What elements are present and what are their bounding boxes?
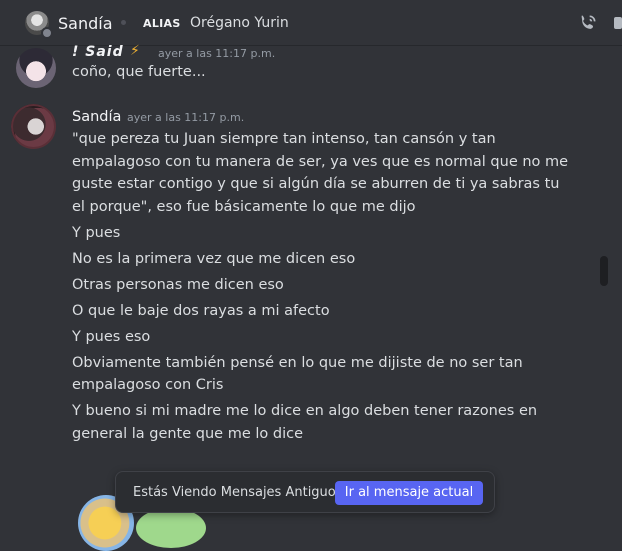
scrollbar-track[interactable]	[600, 46, 608, 532]
message-text: Y pues	[72, 224, 121, 241]
status-indicator	[41, 27, 53, 39]
message-text: Y bueno si mi madre me lo dice en algo d…	[72, 403, 542, 442]
old-messages-banner: Estás Viendo Mensajes Antiguos Ir al men…	[115, 471, 495, 513]
avatar[interactable]	[11, 104, 56, 149]
old-messages-label: Estás Viendo Mensajes Antiguos	[133, 485, 343, 500]
dm-header: Sandía ALIAS Orégano Yurin	[0, 0, 622, 46]
avatar[interactable]	[16, 48, 56, 88]
message-author[interactable]: Sandía	[72, 109, 121, 125]
message-timestamp: ayer a las 11:17 p.m.	[158, 47, 276, 60]
separator-dot	[121, 20, 126, 25]
sticker-image	[136, 508, 206, 548]
message-text: Otras personas me dicen eso	[72, 276, 284, 293]
jump-to-present-button[interactable]: Ir al mensaje actual	[335, 481, 483, 505]
message-text: Obviamente también pensé en lo que me di…	[72, 354, 528, 394]
message-text: coño, que fuerte...	[72, 64, 206, 80]
message-text: No es la primera vez que me dicen eso	[72, 250, 356, 267]
more-icon[interactable]	[614, 13, 622, 33]
lightning-icon: ⚡	[130, 43, 140, 59]
message-text: Y pues eso	[72, 328, 151, 345]
dm-title[interactable]: Sandía	[58, 14, 113, 33]
alias-value: Orégano Yurin	[190, 15, 289, 31]
message-lines: "que pereza tu Juan siempre tan intenso,…	[72, 128, 572, 449]
scrollbar-thumb[interactable]	[600, 256, 608, 286]
call-icon[interactable]	[578, 13, 598, 33]
message-text: O que le baje dos rayas a mi afecto	[72, 302, 330, 319]
alias-label: ALIAS	[143, 17, 181, 30]
message-timestamp: ayer a las 11:17 p.m.	[127, 111, 245, 124]
message-author[interactable]: ! Said	[72, 44, 124, 60]
message-text: "que pereza tu Juan siempre tan intenso,…	[72, 131, 573, 215]
